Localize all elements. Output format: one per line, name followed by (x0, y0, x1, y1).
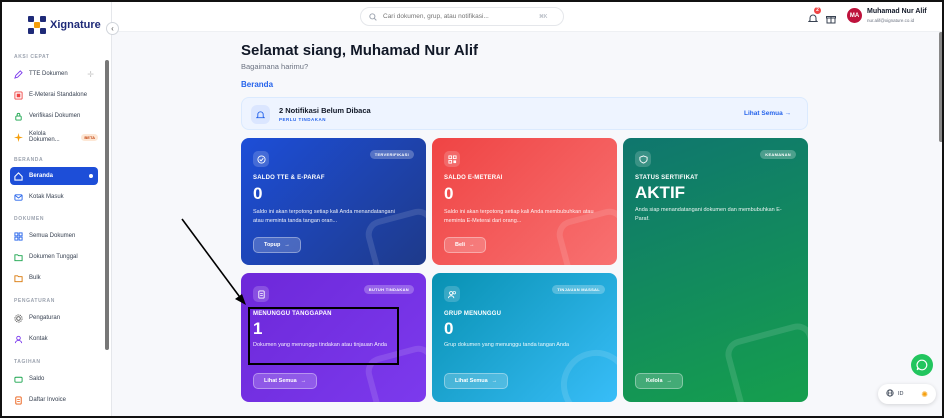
whatsapp-icon (916, 359, 928, 371)
sidebar-collapse-button[interactable]: ‹ (106, 22, 119, 35)
whatsapp-chat-button[interactable] (911, 354, 933, 376)
language-switcher[interactable]: ID ✺ (878, 384, 936, 404)
language-label: ID (898, 391, 904, 397)
globe-icon (886, 389, 894, 399)
page-scrollbar[interactable] (938, 32, 942, 152)
app-frame: Xignature AKSI CEPAT TTE Dokumen ✛ E-Met… (0, 0, 944, 418)
annotation-arrow-icon (181, 218, 246, 305)
theme-toggle-icon[interactable]: ✺ (921, 390, 928, 399)
